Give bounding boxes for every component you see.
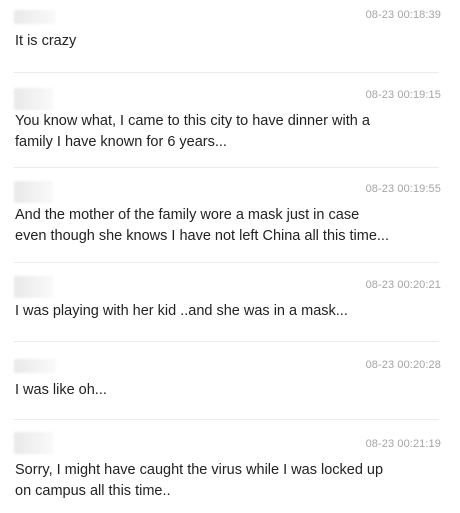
message-timestamp: 08-23 00:18:39 <box>365 9 441 21</box>
message-text: You know what, I came to this city to ha… <box>15 113 370 150</box>
sender-name-blurred <box>14 359 56 373</box>
message-timestamp: 08-23 00:20:28 <box>365 359 441 371</box>
divider <box>14 262 439 263</box>
message-timestamp: 08-23 00:19:15 <box>365 89 441 101</box>
message-timestamp: 08-23 00:20:21 <box>365 279 441 291</box>
sender-name-blurred <box>14 10 56 24</box>
sender-name-blurred <box>14 276 54 298</box>
sender-name-blurred <box>14 88 54 110</box>
sender-name-blurred <box>14 181 54 203</box>
divider <box>14 419 439 420</box>
message-timestamp: 08-23 00:21:19 <box>365 438 441 450</box>
divider <box>14 72 439 73</box>
divider <box>14 167 439 168</box>
message-text: Sorry, I might have caught the virus whi… <box>15 462 384 499</box>
message-text: I was like oh... <box>15 382 107 398</box>
message-feed: 08-23 00:18:39 It is crazy 08-23 00:19:1… <box>0 0 460 513</box>
message-text: It is crazy <box>15 33 77 49</box>
sender-name-blurred <box>14 432 54 454</box>
divider <box>14 341 439 342</box>
message-timestamp: 08-23 00:19:55 <box>365 183 441 195</box>
message-text: I was playing with her kid ..and she was… <box>15 303 348 319</box>
message-text: And the mother of the family wore a mask… <box>15 207 389 244</box>
